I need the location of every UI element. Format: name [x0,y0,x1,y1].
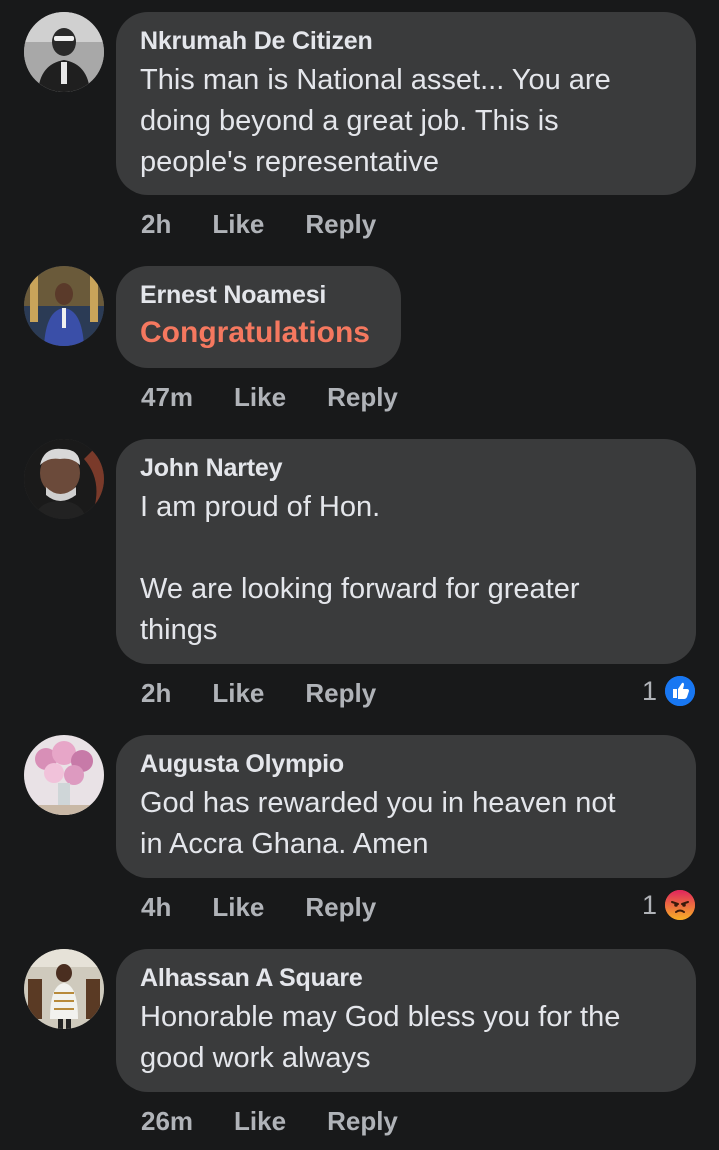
comment-bubble[interactable]: John Nartey I am proud of Hon. We are lo… [116,439,696,664]
reaction-count: 1 [641,675,657,706]
reply-button[interactable]: Reply [305,892,376,923]
reaction-count: 1 [641,889,657,920]
comment-bubble[interactable]: Augusta Olympio God has rewarded you in … [116,735,696,878]
avatar-photo-icon [24,439,104,519]
comment-timestamp[interactable]: 4h [141,892,171,923]
comment-timestamp[interactable]: 47m [141,382,193,413]
reaction-summary[interactable]: 1 [642,885,697,925]
comment-timestamp[interactable]: 2h [141,678,171,709]
comment-bubble[interactable]: Nkrumah De Citizen This man is National … [116,12,696,195]
like-button[interactable]: Like [212,678,264,709]
comment-text: God has rewarded you in heaven not in Ac… [140,787,616,860]
comment-text: This man is National asset... You are do… [140,64,611,178]
comment-author[interactable]: Nkrumah De Citizen [140,26,672,56]
comment-meta: 4h Like Reply [141,887,376,927]
like-reaction-icon [663,674,697,708]
avatar-photo-icon [24,735,104,815]
reply-button[interactable]: Reply [305,678,376,709]
avatar[interactable] [24,266,104,346]
comment-text: Congratulations [140,316,370,349]
comment-timestamp[interactable]: 26m [141,1106,193,1137]
like-button[interactable]: Like [212,892,264,923]
avatar[interactable] [24,439,104,519]
comment-meta: 26m Like Reply [141,1101,398,1141]
avatar-photo-icon [24,266,104,346]
comment-text: Honorable may God bless you for the good… [140,1001,621,1074]
reply-button[interactable]: Reply [327,382,398,413]
comment-bubble[interactable]: Ernest Noamesi Congratulations [116,266,401,368]
reply-button[interactable]: Reply [305,209,376,240]
reaction-summary[interactable]: 1 [642,671,697,711]
comment-author[interactable]: Augusta Olympio [140,749,672,779]
comment-meta: 2h Like Reply [141,673,376,713]
comment-author[interactable]: Alhassan A Square [140,963,672,993]
angry-reaction-icon [663,888,697,922]
comment-meta: 47m Like Reply [141,377,398,417]
like-button[interactable]: Like [234,1106,286,1137]
avatar[interactable] [24,949,104,1029]
comment-author[interactable]: John Nartey [140,453,672,483]
comment-bubble[interactable]: Alhassan A Square Honorable may God bles… [116,949,696,1092]
avatar-photo-icon [24,12,104,92]
comment-author[interactable]: Ernest Noamesi [140,280,377,310]
comment-timestamp[interactable]: 2h [141,209,171,240]
avatar[interactable] [24,12,104,92]
like-button[interactable]: Like [234,382,286,413]
avatar[interactable] [24,735,104,815]
like-button[interactable]: Like [212,209,264,240]
reply-button[interactable]: Reply [327,1106,398,1137]
avatar-photo-icon [24,949,104,1029]
comment-text: I am proud of Hon. We are looking forwar… [140,491,580,646]
comment-meta: 2h Like Reply [141,204,376,244]
